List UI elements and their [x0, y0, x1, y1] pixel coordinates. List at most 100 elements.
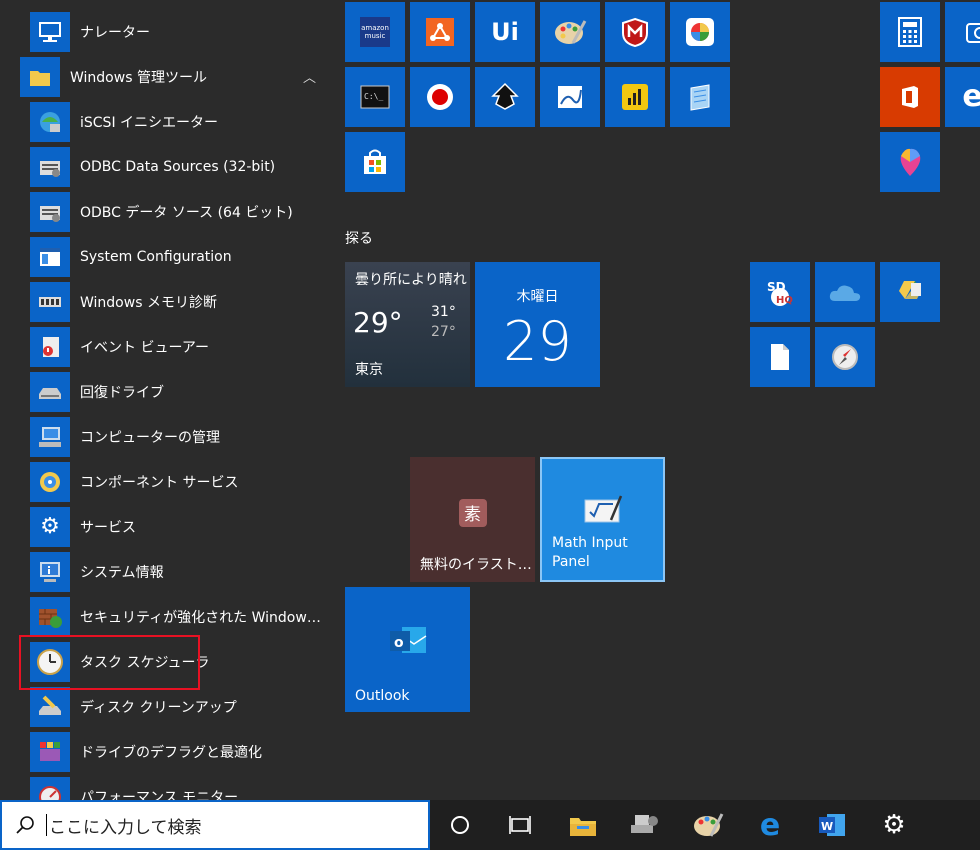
- tile-weather[interactable]: 曇り所により晴れ 29° 31° 27° 東京: [345, 262, 470, 387]
- taskbar-settings-app-button[interactable]: [615, 800, 675, 850]
- network-share-icon: [426, 18, 454, 46]
- app-system-configuration[interactable]: System Configuration: [30, 235, 330, 279]
- app-label: Windows 管理ツール: [70, 70, 207, 86]
- cortana-button[interactable]: [430, 800, 490, 850]
- tile-math-input-panel[interactable]: Math Input Panel: [540, 457, 665, 582]
- tile-inkscape[interactable]: [475, 67, 535, 127]
- taskbar-word-button[interactable]: W: [802, 800, 862, 850]
- edge-icon: e: [759, 807, 781, 843]
- task-view-button[interactable]: [490, 800, 550, 850]
- sd-hq-icon: SDHQ: [767, 280, 793, 306]
- weather-city: 東京: [355, 362, 383, 378]
- camera-icon: [966, 23, 980, 43]
- app-iscsi-initiator[interactable]: iSCSI イニシエーター: [30, 100, 330, 144]
- app-label: コンポーネント サービス: [80, 475, 239, 491]
- svg-text:HQ: HQ: [776, 295, 793, 306]
- cortana-circle-icon: [451, 816, 469, 834]
- tile-onedrive[interactable]: [815, 262, 875, 322]
- tile-compass[interactable]: [815, 327, 875, 387]
- tile-paint[interactable]: [540, 2, 600, 62]
- tile-network-app[interactable]: [410, 2, 470, 62]
- svg-text:C:\_: C:\_: [364, 92, 383, 101]
- tile-calculator[interactable]: [880, 2, 940, 62]
- tile-amazon-music[interactable]: amazon music: [345, 2, 405, 62]
- chevron-up-icon[interactable]: ︿: [303, 67, 316, 86]
- tile-notepad-blue[interactable]: [670, 67, 730, 127]
- event-viewer-icon: [30, 327, 70, 367]
- tile-free-illustration[interactable]: 素 無料のイラスト…: [410, 457, 535, 582]
- tile-caption: Outlook: [355, 688, 410, 704]
- tile-office[interactable]: [880, 67, 940, 127]
- tile-edge-partial[interactable]: e: [945, 67, 980, 127]
- app-recovery-drive[interactable]: 回復ドライブ: [30, 370, 330, 414]
- taskbar-paint-button[interactable]: [678, 800, 738, 850]
- uipath-icon: Ui: [491, 18, 519, 46]
- app-label: コンピューターの管理: [80, 430, 220, 446]
- taskbar-settings-button[interactable]: ⚙: [864, 800, 924, 850]
- app-label: ナレーター: [80, 25, 150, 41]
- whiteboard-pen-icon: [558, 86, 582, 108]
- tile-sd-hq[interactable]: SD HQ: [750, 262, 810, 322]
- taskbar-edge-button[interactable]: e: [740, 800, 800, 850]
- performance-monitor-icon: [30, 777, 70, 800]
- tile-blank-document[interactable]: [750, 327, 810, 387]
- app-component-services[interactable]: コンポーネント サービス: [30, 460, 330, 504]
- app-defender-firewall[interactable]: セキュリティが強化された Windows Defender ファイアウォール: [30, 595, 330, 639]
- app-event-viewer[interactable]: イベント ビューアー: [30, 325, 330, 369]
- tile-calendar[interactable]: 木曜日 29: [475, 262, 600, 387]
- app-system-information[interactable]: システム情報: [30, 550, 330, 594]
- tile-mcafee[interactable]: [605, 2, 665, 62]
- app-label: ドライブのデフラグと最適化: [80, 745, 262, 761]
- svg-text:o: o: [394, 635, 404, 651]
- computer-management-icon: [30, 417, 70, 457]
- selection-highlight: [19, 635, 200, 690]
- search-icon: [16, 816, 34, 834]
- calendar-day: 29: [503, 310, 572, 373]
- firewall-icon: [30, 597, 70, 637]
- word-icon: W: [819, 814, 845, 836]
- app-label: ディスク クリーンアップ: [80, 700, 237, 716]
- app-label: Windows メモリ診断: [80, 295, 217, 311]
- tile-store[interactable]: [345, 132, 405, 192]
- file-explorer-button[interactable]: [553, 800, 613, 850]
- app-disk-cleanup[interactable]: ディスク クリーンアップ: [30, 685, 330, 729]
- notebook-icon: [690, 84, 710, 111]
- app-defrag[interactable]: ドライブのデフラグと最適化: [30, 730, 330, 774]
- app-narrator[interactable]: ナレーター: [30, 10, 330, 54]
- section-heading-explore: 探る: [345, 231, 373, 247]
- computer-gear-icon: [631, 815, 658, 833]
- tile-command-prompt[interactable]: C:\_: [345, 67, 405, 127]
- app-odbc-64[interactable]: ODBC データ ソース (64 ビット): [30, 190, 330, 234]
- odbc-64-icon: [30, 192, 70, 232]
- office-icon: [902, 86, 918, 108]
- app-label: 回復ドライブ: [80, 385, 164, 401]
- record-icon: [427, 84, 453, 110]
- app-label: System Configuration: [80, 249, 232, 265]
- calculator-icon: [898, 17, 922, 47]
- tile-uipath[interactable]: Ui: [475, 2, 535, 62]
- app-label: システム情報: [80, 565, 164, 581]
- app-computer-management[interactable]: コンピューターの管理: [30, 415, 330, 459]
- tile-outlook[interactable]: o Outlook: [345, 587, 470, 712]
- tile-power-bi[interactable]: [605, 67, 665, 127]
- tile-caption: 無料のイラスト…: [420, 557, 532, 573]
- tile-camera-partial[interactable]: [945, 2, 980, 62]
- system-configuration-icon: [30, 237, 70, 277]
- tile-google-drive[interactable]: [880, 262, 940, 322]
- folder-windows-admin-tools[interactable]: Windows 管理ツール ︿: [20, 55, 330, 99]
- tile-photos-circle[interactable]: [670, 2, 730, 62]
- amazon-music-icon: amazon music: [360, 17, 390, 47]
- app-performance-monitor[interactable]: パフォーマンス モニター: [30, 775, 330, 800]
- calendar-weekday: 木曜日: [516, 289, 559, 305]
- narrator-icon: [30, 12, 70, 52]
- tile-paint-3d[interactable]: [880, 132, 940, 192]
- app-odbc-32[interactable]: ODBC Data Sources (32-bit): [30, 145, 330, 189]
- app-services[interactable]: ⚙ サービス: [30, 505, 330, 549]
- services-icon: ⚙: [30, 507, 70, 547]
- tile-whiteboard[interactable]: [540, 67, 600, 127]
- taskbar: ここに入力して検索 e W ⚙: [0, 800, 980, 850]
- search-box[interactable]: ここに入力して検索: [0, 800, 430, 850]
- app-memory-diagnostic[interactable]: Windows メモリ診断: [30, 280, 330, 324]
- outlook-icon: o: [389, 626, 426, 653]
- tile-recorder[interactable]: [410, 67, 470, 127]
